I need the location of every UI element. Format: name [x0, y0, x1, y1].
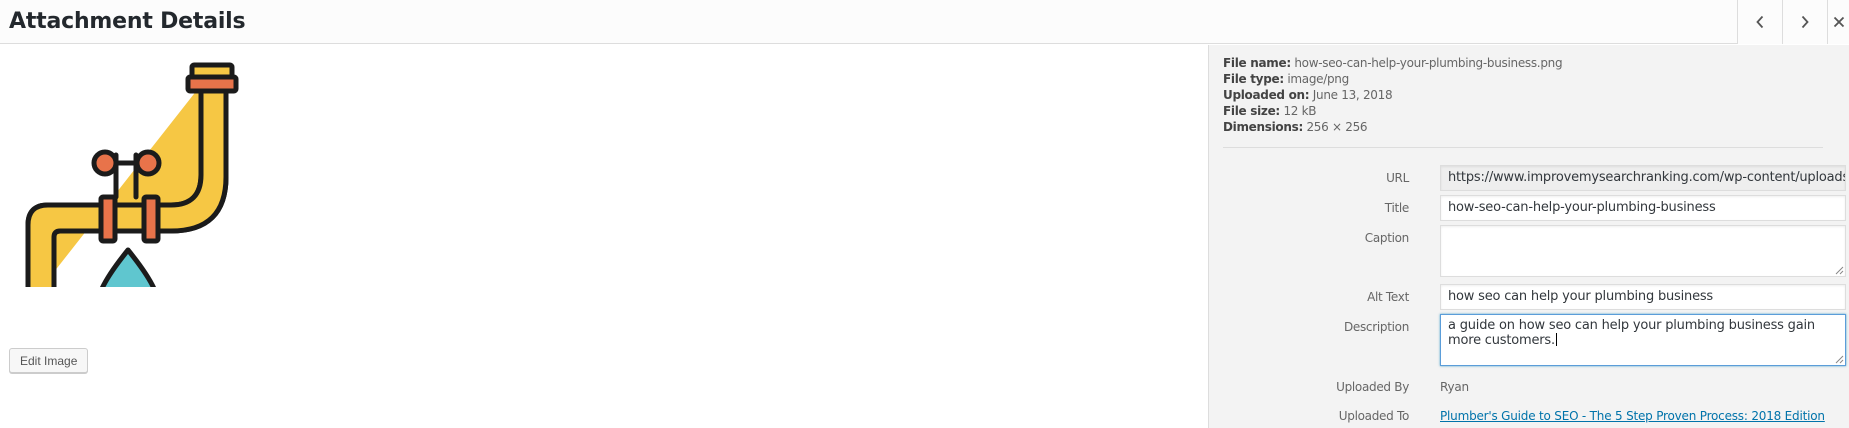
- resize-grip-icon[interactable]: [1835, 355, 1844, 364]
- uploaded-by-label: Uploaded By: [1336, 380, 1409, 394]
- attachment-details-sidebar: File name: how-seo-can-help-your-plumbin…: [1208, 45, 1849, 428]
- uploaded-on-value: June 13, 2018: [1312, 88, 1393, 102]
- uploaded-to-link[interactable]: Plumber's Guide to SEO - The 5 Step Prov…: [1440, 409, 1825, 423]
- uploaded-to-label: Uploaded To: [1338, 409, 1410, 423]
- faucet-pipe-icon: [15, 62, 239, 326]
- file-name-row: File name: how-seo-can-help-your-plumbin…: [1223, 55, 1563, 71]
- uploaded-on-label: Uploaded on:: [1223, 88, 1310, 102]
- file-info: File name: how-seo-can-help-your-plumbin…: [1223, 55, 1563, 135]
- dimensions-value: 256 × 256: [1306, 120, 1368, 134]
- dimensions-label: Dimensions:: [1223, 120, 1303, 134]
- file-name-label: File name:: [1223, 56, 1291, 70]
- url-label: URL: [1386, 171, 1409, 185]
- media-preview-area: Edit Image: [0, 45, 1208, 428]
- title-field[interactable]: how-seo-can-help-your-plumbing-business: [1440, 195, 1846, 221]
- uploaded-on-row: Uploaded on: June 13, 2018: [1223, 87, 1562, 103]
- text-caret: [1555, 333, 1557, 346]
- close-button[interactable]: [1827, 0, 1849, 44]
- modal-title: Attachment Details: [9, 9, 246, 34]
- file-size-label: File size:: [1223, 104, 1280, 118]
- file-size-value: 12 kB: [1283, 104, 1317, 118]
- previous-attachment-button[interactable]: [1737, 0, 1782, 44]
- file-size-row: File size: 12 kB: [1223, 103, 1562, 119]
- file-name-value: how-seo-can-help-your-plumbing-business.…: [1294, 56, 1563, 70]
- file-type-value: image/png: [1287, 72, 1349, 86]
- alt-text-field[interactable]: how seo can help your plumbing business: [1440, 284, 1846, 310]
- resize-grip-icon[interactable]: [1835, 266, 1844, 275]
- description-value: a guide on how seo can help your plumbin…: [1448, 318, 1815, 348]
- dimensions-row: Dimensions: 256 × 256: [1223, 119, 1562, 135]
- url-field[interactable]: https://www.improvemysearchranking.com/w…: [1440, 165, 1846, 191]
- caption-field[interactable]: [1440, 225, 1846, 277]
- uploaded-by-value: Ryan: [1440, 380, 1469, 394]
- edit-image-button[interactable]: Edit Image: [9, 348, 89, 373]
- alt-text-label: Alt Text: [1367, 290, 1409, 304]
- modal-header: Attachment Details: [0, 0, 1849, 44]
- divider: [1223, 147, 1823, 148]
- next-attachment-button[interactable]: [1782, 0, 1827, 44]
- file-type-row: File type: image/png: [1223, 71, 1562, 87]
- title-label: Title: [1384, 201, 1410, 215]
- file-type-label: File type:: [1223, 72, 1284, 86]
- attachment-thumbnail[interactable]: [8, 55, 240, 326]
- description-field[interactable]: a guide on how seo can help your plumbin…: [1440, 314, 1846, 366]
- chevron-left-icon: [1755, 15, 1765, 29]
- caption-label: Caption: [1364, 231, 1410, 245]
- description-label: Description: [1343, 320, 1409, 334]
- chevron-right-icon: [1800, 15, 1810, 29]
- close-icon: [1833, 16, 1845, 28]
